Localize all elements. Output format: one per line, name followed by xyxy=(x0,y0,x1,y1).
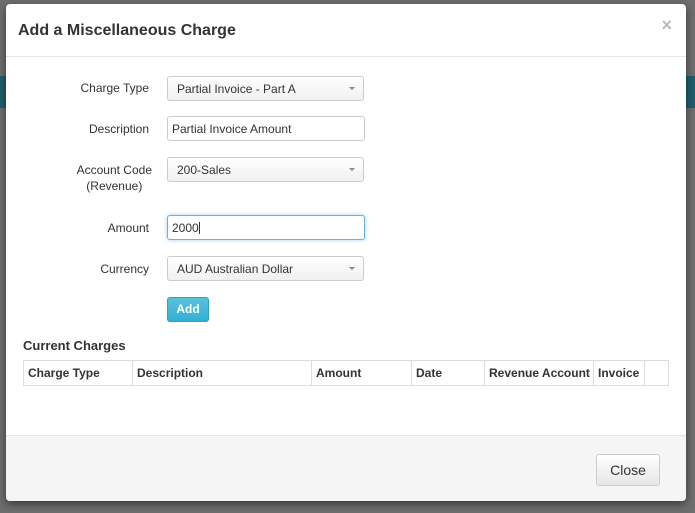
chevron-down-icon xyxy=(349,267,355,270)
account-code-label-line2: (Revenue) xyxy=(86,179,143,193)
modal-title: Add a Miscellaneous Charge xyxy=(18,22,236,39)
close-button[interactable]: Close xyxy=(596,454,660,486)
current-charges-table: Charge Type Description Amount Date Reve… xyxy=(23,360,669,386)
column-header-revenue-account[interactable]: Revenue Account xyxy=(485,361,594,385)
column-header-date[interactable]: Date xyxy=(412,361,485,385)
column-header-description[interactable]: Description xyxy=(133,361,312,385)
column-header-charge-type[interactable]: Charge Type xyxy=(24,361,133,385)
charge-type-label: Charge Type xyxy=(80,81,150,95)
currency-label: Currency xyxy=(100,262,149,276)
current-charges-title: Current Charges xyxy=(23,338,126,353)
chevron-down-icon xyxy=(349,87,355,90)
currency-value: AUD Australian Dollar xyxy=(177,262,294,276)
modal-header: Add a Miscellaneous Charge × xyxy=(6,4,686,57)
currency-select[interactable]: AUD Australian Dollar xyxy=(167,256,364,281)
account-code-label: Account Code (Revenue) xyxy=(77,162,152,194)
amount-value: 2000 xyxy=(172,221,199,235)
charge-type-value: Partial Invoice - Part A xyxy=(177,82,296,96)
misc-charge-modal: Add a Miscellaneous Charge × Charge Type… xyxy=(6,4,686,501)
column-header-invoice[interactable]: Invoice xyxy=(594,361,645,385)
charge-type-select[interactable]: Partial Invoice - Part A xyxy=(167,76,364,101)
close-icon[interactable]: × xyxy=(661,16,672,34)
amount-label: Amount xyxy=(107,221,149,235)
column-header-amount[interactable]: Amount xyxy=(312,361,412,385)
column-header-actions xyxy=(645,361,668,385)
chevron-down-icon xyxy=(349,168,355,171)
description-label: Description xyxy=(88,122,149,136)
amount-input[interactable]: 2000 xyxy=(167,215,365,240)
modal-footer: Close xyxy=(6,435,686,501)
text-cursor xyxy=(198,222,200,234)
description-input[interactable]: Partial Invoice Amount xyxy=(167,116,365,141)
account-code-label-line1: Account Code xyxy=(76,163,152,177)
add-button[interactable]: Add xyxy=(167,297,209,322)
account-code-select[interactable]: 200-Sales xyxy=(167,157,364,182)
account-code-value: 200-Sales xyxy=(177,163,232,177)
